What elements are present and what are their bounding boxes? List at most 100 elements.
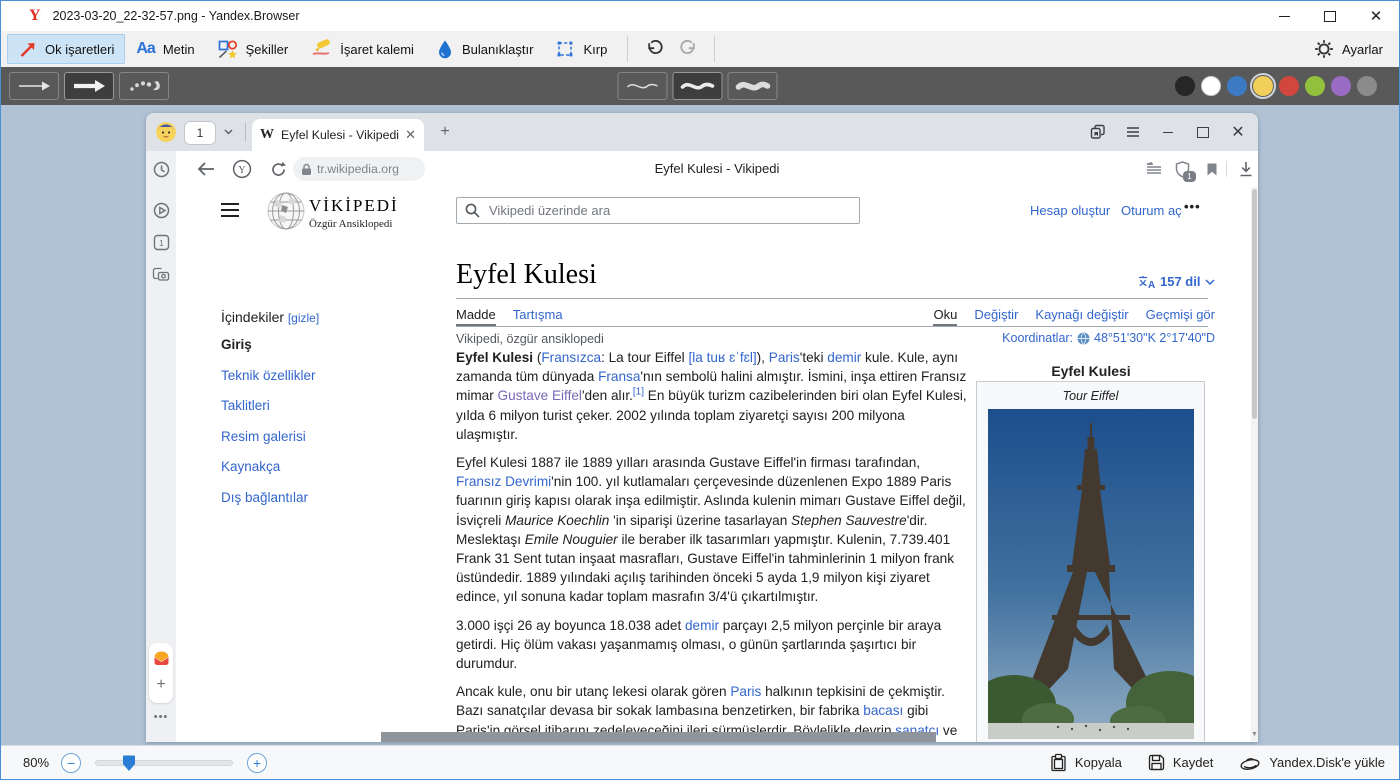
- toc-item[interactable]: Kaynakça: [221, 456, 431, 478]
- article-link[interactable]: demir: [827, 350, 861, 365]
- scrollbar-down-arrow[interactable]: ▼: [1251, 731, 1258, 738]
- toc-item[interactable]: Giriş: [221, 334, 431, 356]
- article-link[interactable]: Fransızca: [541, 350, 601, 365]
- coordinates-link[interactable]: Koordinatlar:: [1002, 331, 1073, 345]
- wikipedia-globe-logo[interactable]: [266, 191, 306, 231]
- shapes-tool-button[interactable]: Şekiller: [206, 34, 300, 64]
- video-play-icon[interactable]: [151, 200, 171, 220]
- stroke-thin-button[interactable]: [618, 72, 668, 100]
- wiki-menu-icon[interactable]: [221, 203, 239, 221]
- tab-close-icon[interactable]: ✕: [405, 127, 416, 143]
- maximize-button[interactable]: [1307, 1, 1353, 31]
- toc-item[interactable]: Teknik özellikler: [221, 365, 431, 387]
- toc-item[interactable]: Resim galerisi: [221, 426, 431, 448]
- zoom-out-button[interactable]: −: [61, 753, 81, 773]
- article-link[interactable]: Paris: [730, 684, 761, 699]
- color-swatch[interactable]: [1227, 76, 1247, 96]
- wiki-tab[interactable]: Oku: [933, 307, 957, 326]
- article-link[interactable]: Fransız Devrimi: [456, 474, 551, 489]
- wiki-search-box[interactable]: [456, 197, 860, 224]
- save-button[interactable]: Kaydet: [1148, 754, 1213, 771]
- color-swatch[interactable]: [1279, 76, 1299, 96]
- redo-button[interactable]: [671, 34, 705, 64]
- bookmark-icon[interactable]: [1202, 159, 1222, 179]
- article-link[interactable]: [la tuʁ ɛˈfɛl]: [688, 350, 756, 365]
- namespace-tabs: Madde Tartışma: [456, 307, 563, 326]
- color-swatch[interactable]: [1175, 76, 1195, 96]
- history-clock-icon[interactable]: [151, 159, 171, 179]
- screenshot-image[interactable]: 1 W Eyfel Kulesi - Vikipedi ✕ + ✕: [146, 113, 1258, 742]
- stroke-thick-button[interactable]: [728, 72, 778, 100]
- color-swatch[interactable]: [1357, 76, 1377, 96]
- stroke-medium-button[interactable]: [673, 72, 723, 100]
- toc-item[interactable]: Taklitleri: [221, 395, 431, 417]
- inner-minimize-button[interactable]: [1158, 122, 1178, 142]
- undo-button[interactable]: [637, 34, 671, 64]
- inner-maximize-button[interactable]: [1193, 122, 1213, 142]
- zoom-in-button[interactable]: +: [247, 753, 267, 773]
- text-tool-button[interactable]: Aa Metin: [125, 34, 205, 64]
- crop-tool-button[interactable]: Kırp: [544, 34, 618, 64]
- wiki-tab[interactable]: Geçmişi gör: [1146, 307, 1215, 326]
- user-menu-dots[interactable]: •••: [1184, 199, 1201, 214]
- download-icon[interactable]: [1236, 159, 1256, 179]
- language-selector[interactable]: A 157 dil: [1138, 274, 1215, 289]
- title-divider: [456, 298, 1208, 299]
- screenshot-tool-icon[interactable]: [151, 264, 171, 284]
- minimize-button[interactable]: [1261, 1, 1307, 31]
- wiki-tab[interactable]: Kaynağı değiştir: [1035, 307, 1128, 326]
- wiki-tab[interactable]: Değiştir: [974, 307, 1018, 326]
- zoom-slider-handle[interactable]: [122, 754, 136, 772]
- editor-canvas[interactable]: 1 W Eyfel Kulesi - Vikipedi ✕ + ✕: [1, 105, 1399, 748]
- close-button[interactable]: ✕: [1353, 1, 1399, 31]
- color-swatch[interactable]: [1201, 76, 1221, 96]
- wiki-tab[interactable]: Madde: [456, 307, 496, 326]
- profile-avatar[interactable]: [156, 122, 176, 142]
- page-scrollbar[interactable]: ▼: [1251, 187, 1258, 742]
- yandex-mail-icon[interactable]: [151, 649, 171, 669]
- inner-close-button[interactable]: ✕: [1228, 122, 1248, 142]
- toc-item[interactable]: Dış bağlantılar: [221, 487, 431, 509]
- tab-list-chevron-icon[interactable]: [218, 121, 238, 143]
- protect-shield-icon[interactable]: 1: [1172, 159, 1192, 179]
- sign-in-link[interactable]: Oturum aç: [1121, 203, 1182, 218]
- article-link[interactable]: bacası: [863, 703, 903, 718]
- new-tab-button[interactable]: +: [436, 123, 454, 141]
- article-link[interactable]: Paris: [769, 350, 800, 365]
- search-input[interactable]: [487, 202, 851, 219]
- reader-mode-icon[interactable]: [1144, 159, 1164, 179]
- scrollbar-thumb[interactable]: [1252, 189, 1257, 419]
- wiki-tab[interactable]: Tartışma: [513, 307, 563, 326]
- article-link[interactable]: Gustave Eiffel: [498, 388, 582, 403]
- sidebar-more-icon[interactable]: •••: [146, 711, 176, 723]
- create-account-link[interactable]: Hesap oluştur: [1030, 203, 1110, 218]
- tab-panel-icon[interactable]: [1088, 122, 1108, 142]
- browser-menu-icon[interactable]: [1123, 122, 1143, 142]
- reference-link[interactable]: [1]: [633, 387, 644, 398]
- color-swatch[interactable]: [1305, 76, 1325, 96]
- arrows-tool-button[interactable]: Ok işaretleri: [7, 34, 125, 64]
- zoom-slider[interactable]: [95, 760, 233, 766]
- copy-button[interactable]: Kopyala: [1050, 753, 1122, 772]
- wikipedia-wordmark[interactable]: VİKİPEDİ Özgür Ansiklopedi: [309, 196, 399, 230]
- eiffel-tower-photo[interactable]: [988, 409, 1194, 739]
- arrow-style-dotted-button[interactable]: [119, 72, 169, 100]
- article-link[interactable]: demir: [685, 618, 719, 633]
- article-link[interactable]: Fransa: [598, 369, 640, 384]
- coordinates-value[interactable]: 48°51'30"K 2°17'40"D: [1094, 331, 1215, 345]
- tabs-panel-icon[interactable]: 1: [151, 232, 171, 252]
- color-swatch[interactable]: [1331, 76, 1351, 96]
- marker-tool-button[interactable]: İşaret kalemi: [299, 34, 425, 64]
- yandex-disk-saucer-icon: [1239, 755, 1261, 771]
- arrow-style-thin-button[interactable]: [9, 72, 59, 100]
- blur-tool-button[interactable]: Bulanıklaştır: [425, 34, 545, 64]
- upload-disk-button[interactable]: Yandex.Disk'e yükle: [1239, 755, 1385, 771]
- tab-counter[interactable]: 1: [184, 121, 216, 145]
- browser-tab[interactable]: W Eyfel Kulesi - Vikipedi ✕: [252, 119, 424, 151]
- color-swatch[interactable]: [1253, 76, 1273, 96]
- sidebar-add-icon[interactable]: +: [151, 675, 171, 695]
- arrow-style-thick-button[interactable]: [64, 72, 114, 100]
- toc-hide-link[interactable]: [gizle]: [288, 311, 319, 325]
- coordinates: Koordinatlar: 48°51'30"K 2°17'40"D: [1002, 331, 1215, 345]
- settings-button[interactable]: Ayarlar: [1314, 39, 1399, 59]
